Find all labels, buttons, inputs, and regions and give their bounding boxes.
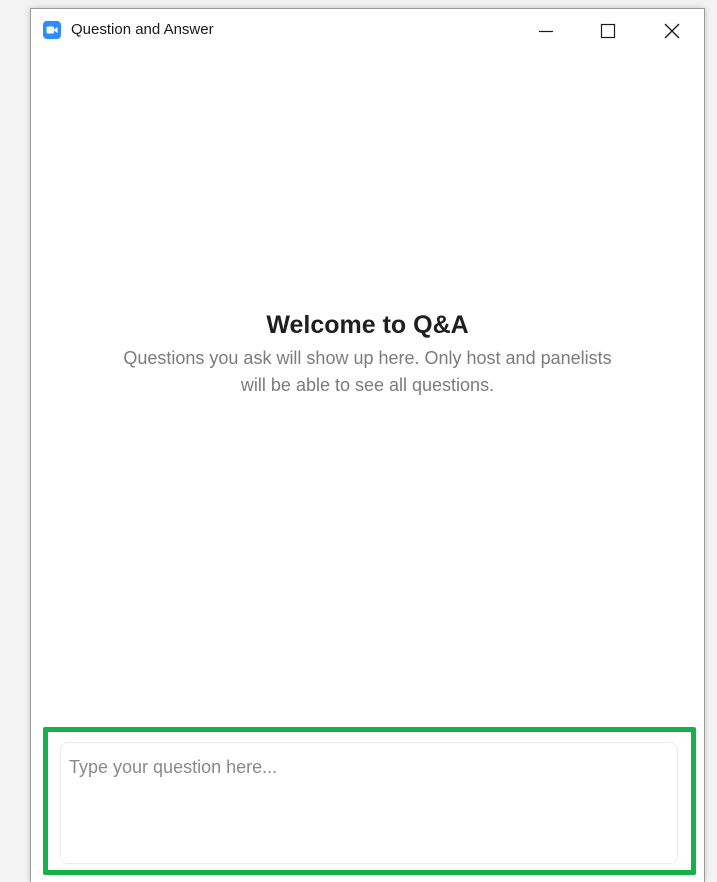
title-bar[interactable]: Question and Answer (31, 9, 704, 51)
welcome-description: Questions you ask will show up here. Onl… (123, 348, 612, 395)
close-icon (664, 23, 680, 39)
window-title: Question and Answer (71, 21, 214, 38)
minimize-icon (539, 30, 553, 33)
welcome-heading: Welcome to Q&A (266, 311, 469, 339)
empty-state: Welcome to Q&A Questions you ask will sh… (31, 309, 704, 399)
maximize-icon (600, 23, 616, 39)
question-input[interactable] (60, 742, 678, 864)
close-button[interactable] (641, 9, 703, 51)
maximize-button[interactable] (577, 9, 639, 51)
qa-window: Question and Answer Welcome to Q&A Quest… (30, 8, 705, 882)
minimize-button[interactable] (515, 9, 577, 51)
zoom-camera-icon (43, 21, 61, 39)
